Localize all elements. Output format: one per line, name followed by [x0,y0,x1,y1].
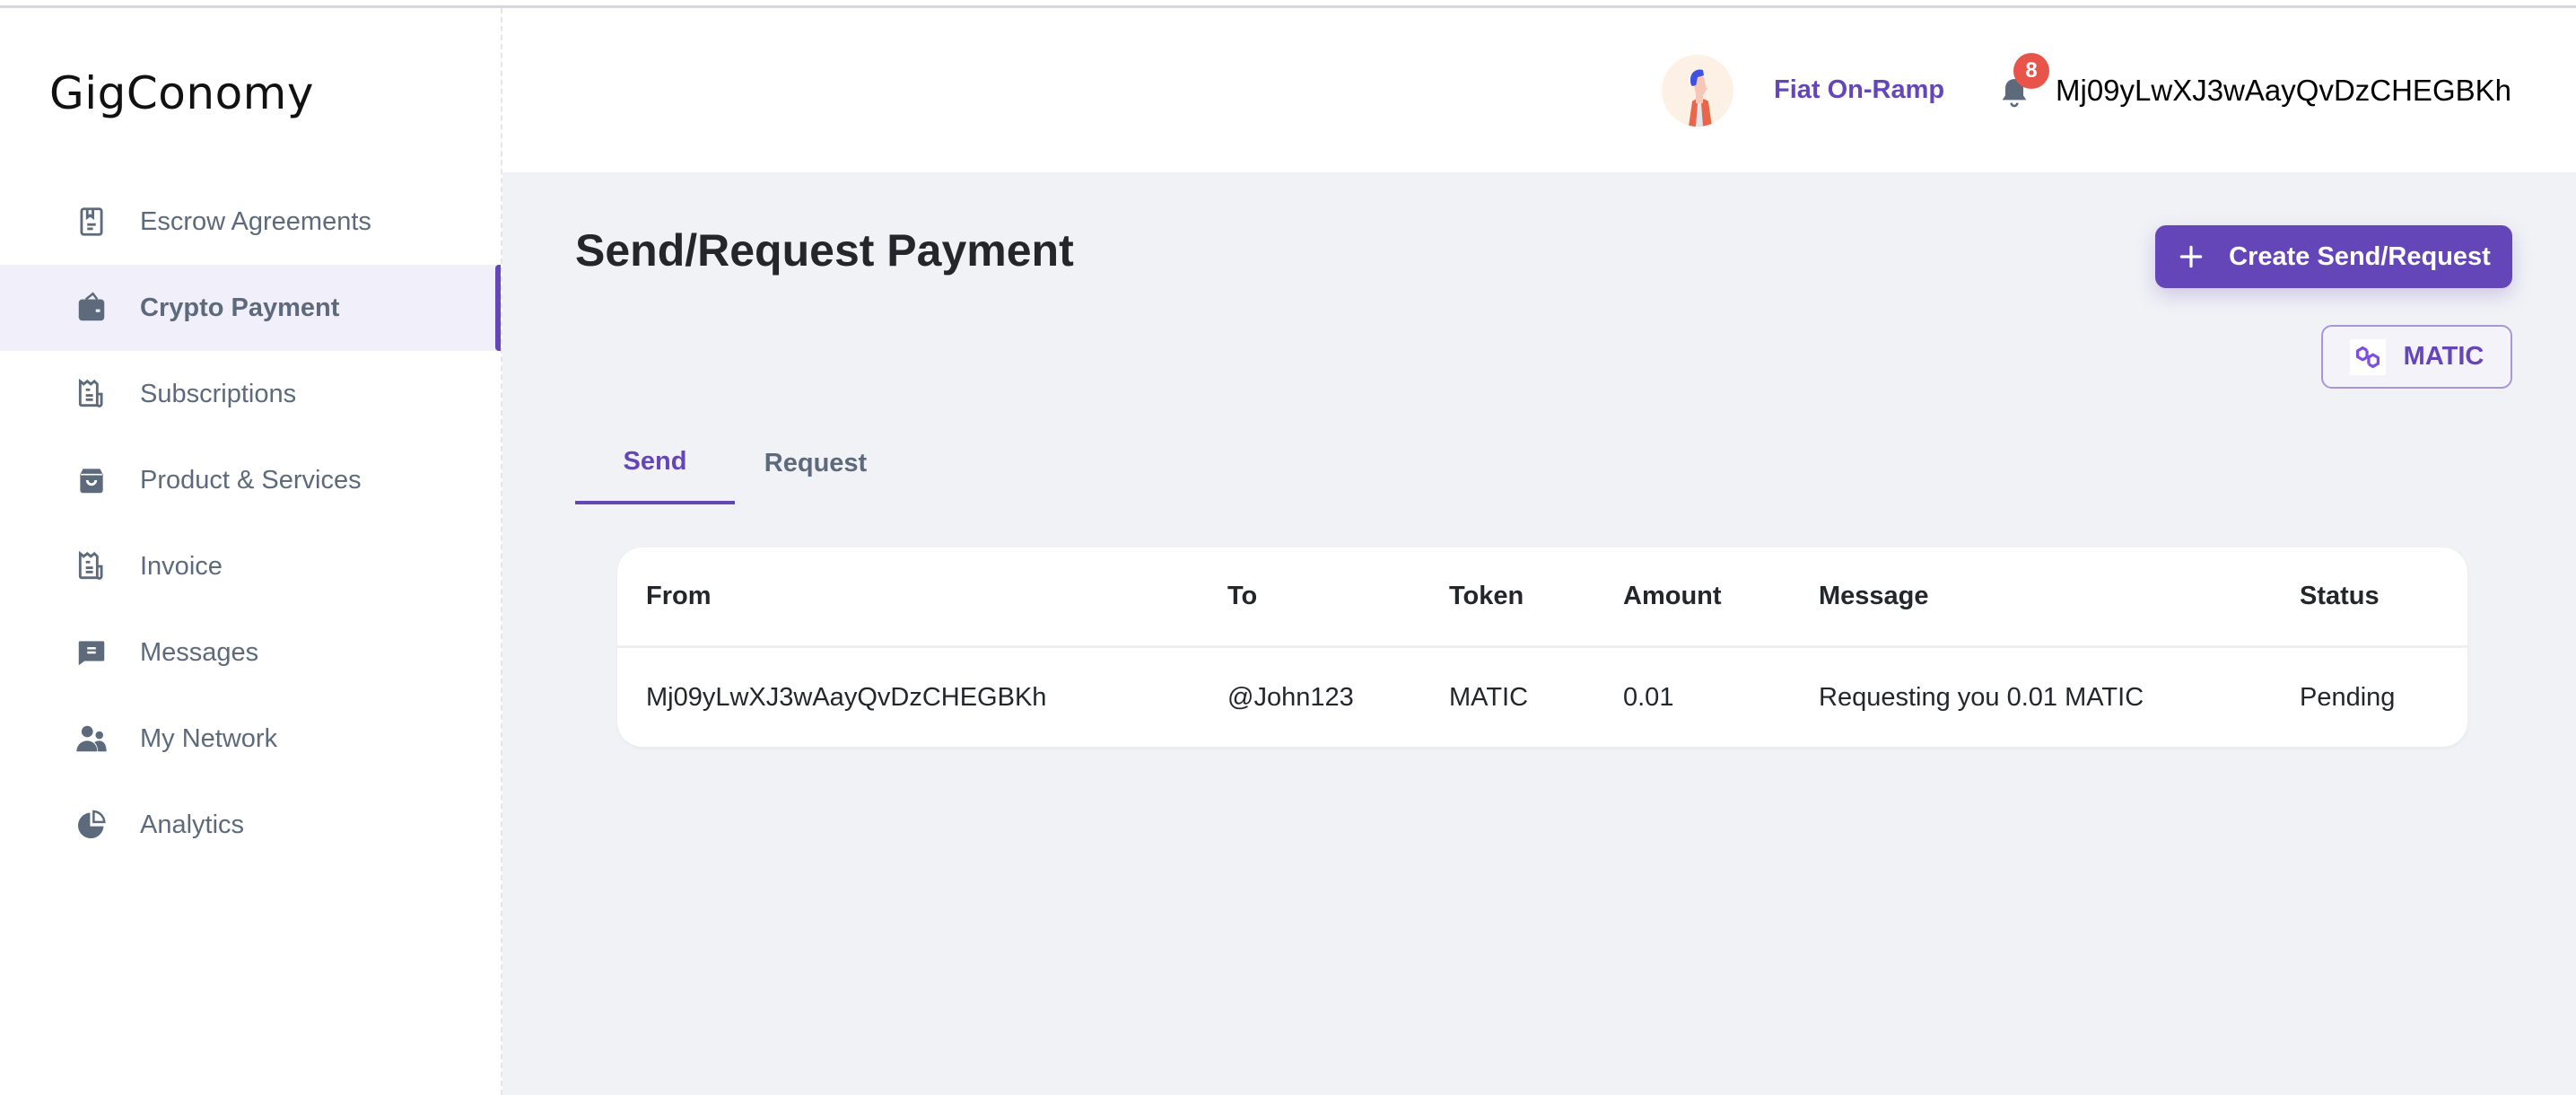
cell-to: @John123 [1227,682,1354,712]
sidebar-item-invoice[interactable]: Invoice [0,523,501,609]
tab-request[interactable]: Request [735,422,896,504]
notification-badge: 8 [2013,53,2049,89]
payments-table: From To Token Amount Message Status Mj09… [617,548,2467,747]
token-select-button[interactable]: MATIC [2321,325,2512,389]
create-button-label: Create Send/Request [2229,241,2491,271]
cell-token: MATIC [1449,682,1529,712]
message-icon [74,635,109,670]
table-row[interactable]: Mj09yLwXJ3wAayQvDzCHEGBKh @John123 MATIC… [617,648,2467,747]
page-title: Send/Request Payment [575,225,1074,276]
wallet-address[interactable]: Mj09yLwXJ3wAayQvDzCHEGBKh [2056,74,2511,108]
cell-amount: 0.01 [1623,682,1674,712]
column-header-to: To [1227,582,1258,610]
sidebar-item-product-services[interactable]: Product & Services [0,437,501,523]
sidebar: GigConomy Escrow Agreements Crypto Payme… [0,8,502,1095]
sidebar-item-subscriptions[interactable]: Subscriptions [0,351,501,437]
receipt-icon [74,548,109,584]
sidebar-item-label: Crypto Payment [140,293,340,322]
column-header-amount: Amount [1623,582,1722,610]
column-header-token: Token [1449,582,1524,610]
plus-icon [2179,245,2203,268]
sidebar-nav: Escrow Agreements Crypto Payment Subscri… [0,179,501,868]
avatar[interactable] [1662,55,1733,127]
people-icon [74,721,109,757]
sidebar-item-analytics[interactable]: Analytics [0,782,501,868]
payment-tabs: Send Request [575,422,934,504]
cell-from: Mj09yLwXJ3wAayQvDzCHEGBKh [646,682,1047,712]
sidebar-item-my-network[interactable]: My Network [0,696,501,782]
bookmark-book-icon [74,204,109,240]
cell-status: Pending [2300,682,2396,712]
column-header-from: From [646,582,712,610]
polygon-matic-icon [2349,338,2386,375]
pie-chart-icon [74,807,109,843]
receipt-icon [74,376,109,412]
create-send-request-button[interactable]: Create Send/Request [2155,225,2512,288]
tab-send[interactable]: Send [575,422,735,504]
sidebar-item-label: Messages [140,637,259,667]
sidebar-item-label: Analytics [140,810,245,839]
window-top-border [0,0,2576,8]
sidebar-item-label: Invoice [140,551,223,581]
token-label: MATIC [2403,342,2484,371]
sidebar-item-label: Subscriptions [140,379,297,408]
sidebar-item-escrow-agreements[interactable]: Escrow Agreements [0,179,501,265]
sidebar-item-label: Product & Services [140,465,362,495]
sidebar-item-messages[interactable]: Messages [0,609,501,696]
app-logo[interactable]: GigConomy [49,67,314,119]
column-header-message: Message [1819,582,1929,610]
cell-message: Requesting you 0.01 MATIC [1819,682,2144,712]
top-header: Fiat On-Ramp 8 Mj09yLwXJ3wAayQvDzCHEGBKh [502,8,2576,172]
fiat-on-ramp-link[interactable]: Fiat On-Ramp [1774,75,1944,105]
sidebar-item-label: My Network [140,723,278,753]
wallet-icon [74,290,109,326]
column-header-status: Status [2300,582,2380,610]
sidebar-item-label: Escrow Agreements [140,206,371,236]
table-header-row: From To Token Amount Message Status [617,548,2467,648]
sidebar-item-crypto-payment[interactable]: Crypto Payment [0,265,501,351]
shopping-bag-icon [74,462,109,498]
